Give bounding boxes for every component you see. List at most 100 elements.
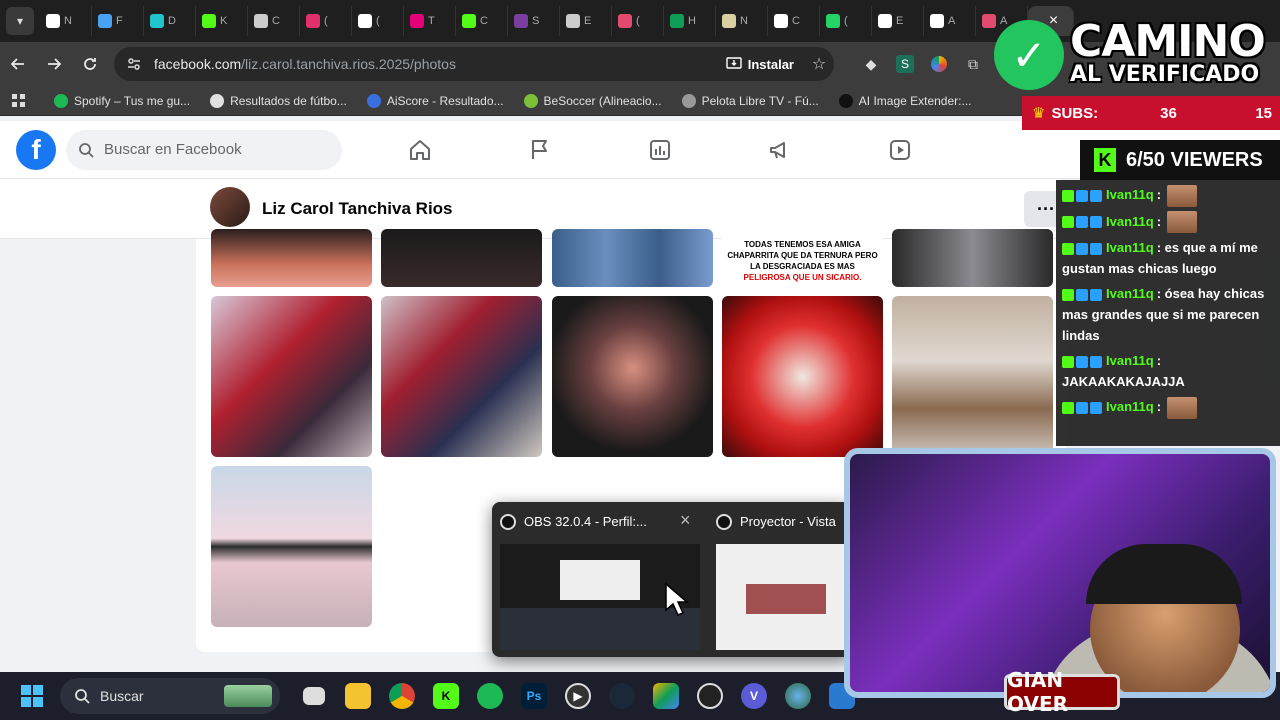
browser-tab[interactable]: K bbox=[196, 6, 248, 36]
tab-title: ( bbox=[324, 15, 328, 27]
photo-7[interactable] bbox=[381, 296, 542, 457]
tab-search-chevron-icon[interactable]: ▾ bbox=[6, 7, 34, 35]
browser-tab[interactable]: A bbox=[924, 6, 976, 36]
openai-icon bbox=[254, 14, 268, 28]
badge-icon bbox=[1090, 242, 1102, 255]
bookmark-star-icon[interactable]: ☆ bbox=[804, 54, 834, 74]
webcam-overlay bbox=[844, 448, 1276, 698]
file-explorer-icon[interactable] bbox=[336, 674, 380, 718]
back-button[interactable] bbox=[0, 46, 36, 82]
extensions-puzzle-icon[interactable]: ⧉ bbox=[956, 47, 990, 81]
browser-tab[interactable]: D bbox=[144, 6, 196, 36]
chat-message: Ivan11q: JAKAAKAKAJAJJA bbox=[1062, 350, 1274, 392]
bookmark-item[interactable]: Spotify – Tus me gu... bbox=[44, 93, 200, 108]
facebook-search-input[interactable]: Buscar en Facebook bbox=[66, 129, 342, 170]
url-path: /liz.carol.tanchiva.rios.2025/photos bbox=[241, 56, 456, 72]
start-button[interactable] bbox=[8, 672, 56, 720]
chat-badges bbox=[1062, 189, 1102, 202]
browser-tab[interactable]: F bbox=[92, 6, 144, 36]
reload-button[interactable] bbox=[72, 46, 108, 82]
bookmark-item[interactable]: BeSoccer (Alineacio... bbox=[514, 93, 672, 108]
close-preview-icon[interactable]: × bbox=[680, 510, 691, 531]
photoshop-icon[interactable]: Ps bbox=[512, 674, 556, 718]
extension-color-icon[interactable] bbox=[922, 47, 956, 81]
crown-icon: ♛ bbox=[1032, 105, 1046, 122]
viewers-text: 6/50 VIEWERS bbox=[1126, 148, 1263, 171]
photo-6[interactable] bbox=[211, 296, 372, 457]
obs-taskbar-icon[interactable] bbox=[688, 674, 732, 718]
subs-value: 36 bbox=[1160, 104, 1177, 122]
facebook-logo-icon[interactable]: f bbox=[16, 129, 56, 170]
photo-10[interactable] bbox=[892, 296, 1053, 457]
projector-thumbnail bbox=[716, 544, 846, 650]
install-button[interactable]: Instalar bbox=[716, 51, 804, 77]
browser-tab[interactable]: C bbox=[248, 6, 300, 36]
nav-video[interactable] bbox=[840, 121, 960, 179]
chat-emote-icon bbox=[1167, 396, 1198, 419]
apps-grid-icon[interactable] bbox=[0, 93, 36, 108]
browser-tab[interactable]: C bbox=[768, 6, 820, 36]
taskbar-search[interactable]: Buscar bbox=[60, 678, 280, 714]
arrow-left-icon bbox=[10, 58, 24, 70]
browser-tab[interactable]: C bbox=[456, 6, 508, 36]
photo-2[interactable] bbox=[381, 229, 542, 287]
v-app-icon[interactable]: V bbox=[732, 674, 776, 718]
photo-9[interactable] bbox=[722, 296, 883, 457]
browser-tab[interactable]: E bbox=[872, 6, 924, 36]
kick-icon bbox=[462, 14, 476, 28]
browser-tab[interactable]: T bbox=[404, 6, 456, 36]
badge-icon bbox=[1076, 288, 1088, 301]
chat-username: Ivan11q bbox=[1106, 240, 1154, 256]
kick-icon bbox=[202, 14, 216, 28]
task-view-icon[interactable] bbox=[292, 674, 336, 718]
profile-avatar[interactable] bbox=[210, 187, 250, 227]
photo-1[interactable] bbox=[211, 229, 372, 287]
chat-badges bbox=[1062, 242, 1102, 255]
photo-5[interactable] bbox=[892, 229, 1053, 287]
t-icon bbox=[410, 14, 424, 28]
media-player-icon[interactable]: ▶ bbox=[556, 674, 600, 718]
windows-icon bbox=[21, 685, 43, 707]
bookmark-favicon-icon bbox=[54, 93, 68, 108]
browser-tab[interactable]: ( bbox=[352, 6, 404, 36]
projector-window-preview[interactable]: Proyector - Vista bbox=[708, 502, 852, 657]
overlay-title-line2: AL VERIFICADO bbox=[1070, 62, 1260, 87]
bookmark-item[interactable]: Resultados de fútbo... bbox=[200, 93, 357, 108]
bookmark-item[interactable]: AiScore - Resultado... bbox=[357, 93, 514, 108]
chrome-icon[interactable] bbox=[380, 674, 424, 718]
browser-tab[interactable]: ( bbox=[820, 6, 872, 36]
nav-dashboard[interactable] bbox=[600, 121, 720, 179]
n-icon bbox=[722, 14, 736, 28]
photo-meme[interactable]: TODAS TENEMOS ESA AMIGA CHAPARRITA QUE D… bbox=[722, 229, 883, 287]
obs-main-window-preview[interactable]: OBS 32.0.4 - Perfil:... × bbox=[492, 502, 708, 657]
profile-name[interactable]: Liz Carol Tanchiva Rios bbox=[262, 199, 453, 219]
forward-button[interactable] bbox=[36, 46, 72, 82]
bookmark-item[interactable]: AI Image Extender:... bbox=[829, 93, 982, 108]
browser-tab[interactable]: N bbox=[716, 6, 768, 36]
nav-ads[interactable] bbox=[720, 121, 840, 179]
browser-tab[interactable]: S bbox=[508, 6, 560, 36]
photo-3[interactable] bbox=[552, 229, 713, 287]
nav-pages[interactable] bbox=[480, 121, 600, 179]
bookmark-item[interactable]: Pelota Libre TV - Fú... bbox=[672, 93, 829, 108]
kick-app-icon[interactable]: K bbox=[424, 674, 468, 718]
address-bar[interactable]: facebook.com/liz.carol.tanchiva.rios.202… bbox=[114, 47, 834, 81]
bookmark-favicon-icon bbox=[681, 93, 696, 108]
site-settings-icon[interactable] bbox=[126, 56, 142, 72]
photo-11[interactable] bbox=[211, 466, 372, 627]
bluestacks-icon[interactable] bbox=[644, 674, 688, 718]
extension-s-icon[interactable]: S bbox=[888, 47, 922, 81]
browser-tab[interactable]: ( bbox=[300, 6, 352, 36]
browser-tab[interactable]: N bbox=[40, 6, 92, 36]
spotify-icon[interactable] bbox=[468, 674, 512, 718]
tab-list: N F D K C ((T C S E (H N C (E A A bbox=[40, 6, 1028, 36]
extension-diamond-icon[interactable]: ◆ bbox=[854, 47, 888, 81]
nav-home[interactable] bbox=[360, 121, 480, 179]
s-icon bbox=[514, 14, 528, 28]
earth-icon[interactable] bbox=[776, 674, 820, 718]
photo-8[interactable] bbox=[552, 296, 713, 457]
browser-tab[interactable]: ( bbox=[612, 6, 664, 36]
steam-icon[interactable] bbox=[600, 674, 644, 718]
browser-tab[interactable]: E bbox=[560, 6, 612, 36]
browser-tab[interactable]: H bbox=[664, 6, 716, 36]
